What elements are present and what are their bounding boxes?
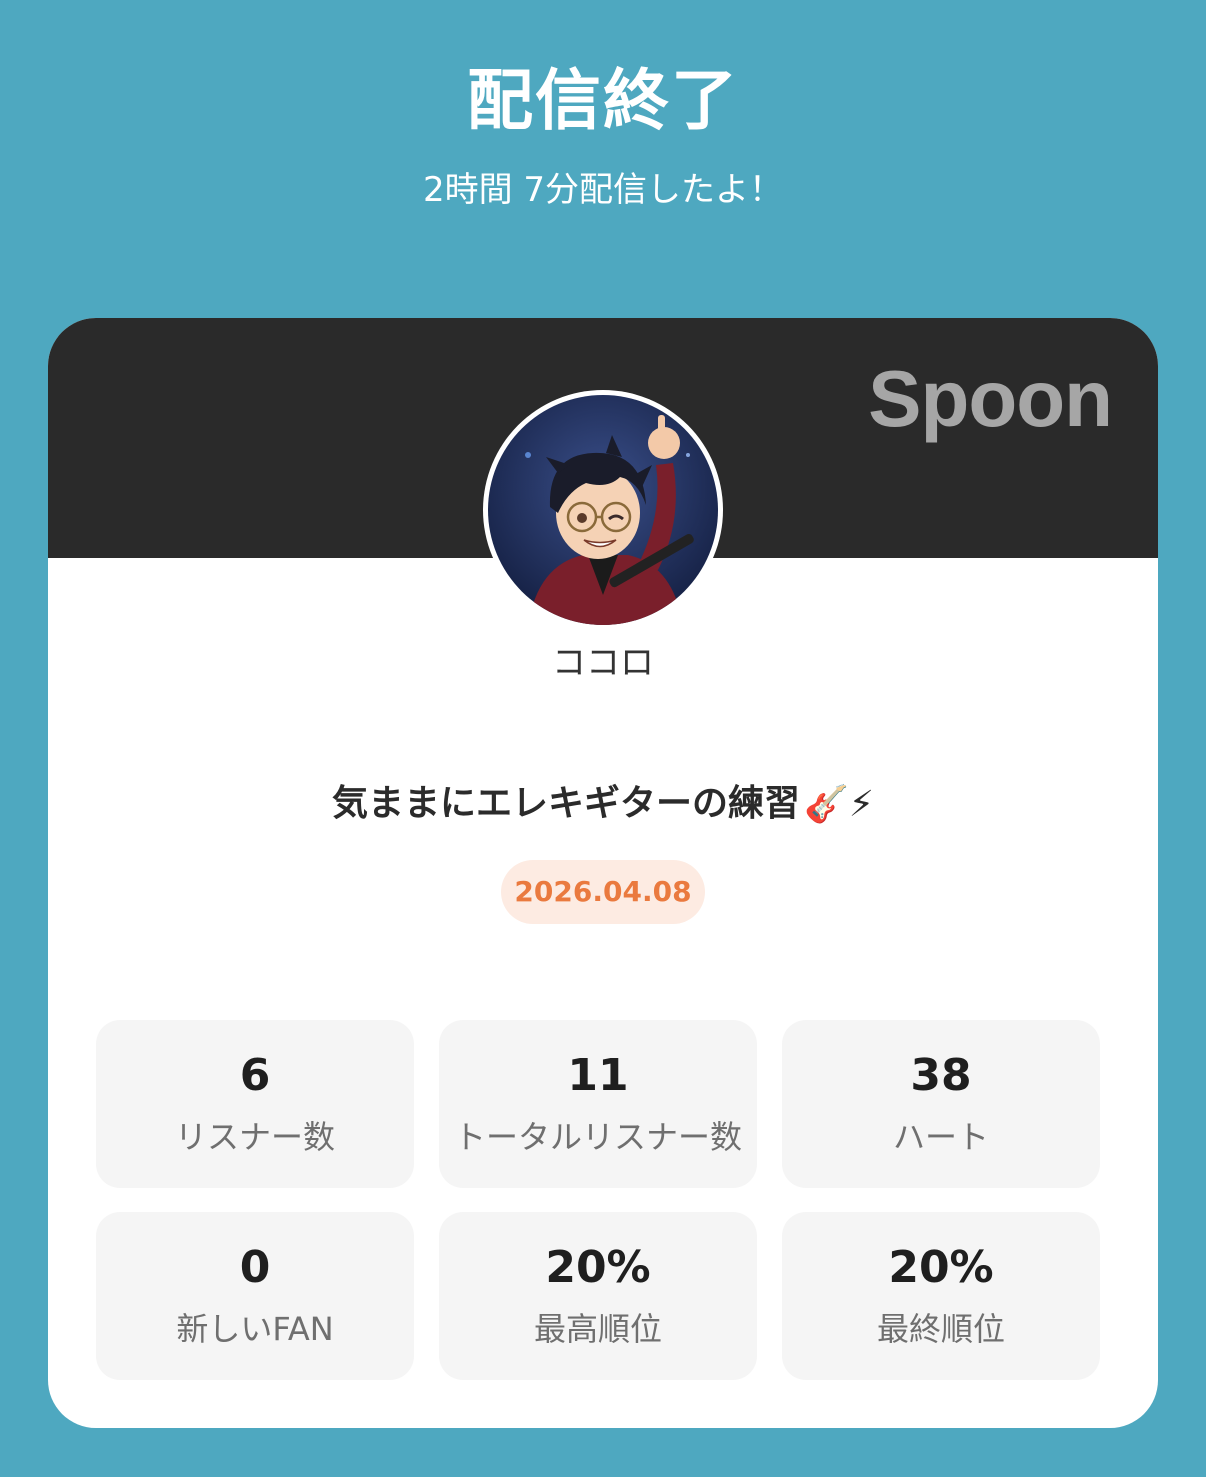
brand-logo: Spoon [868,354,1113,443]
stat-value: 0 [239,1242,271,1293]
broadcast-title: 気ままにエレキギターの練習 🎸⚡ [48,776,1158,833]
avatar-image [488,395,718,625]
stat-value: 6 [239,1050,271,1101]
stat-value: 20% [545,1242,651,1293]
summary-card: Spoon ココロ 気ままにエレキギターの練習 🎸⚡ 2026.04.08 6 … [48,318,1158,1428]
stat-label: 新しいFAN [176,1310,334,1348]
stat-value: 11 [567,1050,629,1101]
guitar-lightning-icon: 🎸⚡ [803,784,875,825]
avatar[interactable] [483,390,723,630]
stat-final-rank: 20% 最終順位 [782,1212,1100,1380]
stat-listeners: 6 リスナー数 [96,1020,414,1188]
stat-label: リスナー数 [174,1118,335,1156]
username: ココロ [552,643,654,683]
stat-label: ハート [892,1118,989,1156]
stat-new-fans: 0 新しいFAN [96,1212,414,1380]
broadcast-title-text: 気ままにエレキギターの練習 [331,783,800,824]
stat-hearts: 38 ハート [782,1020,1100,1188]
stat-peak-rank: 20% 最高順位 [439,1212,757,1380]
stat-value: 38 [910,1050,972,1101]
stat-label: 最高順位 [533,1310,662,1348]
broadcast-date-badge: 2026.04.08 [501,860,705,924]
stat-label: 最終順位 [876,1310,1005,1348]
page-title: 配信終了 [467,62,739,139]
stat-value: 20% [888,1242,994,1293]
broadcast-duration: 2時間 7分配信したよ！ [422,170,784,210]
stat-label: トータルリスナー数 [453,1118,742,1156]
stat-total-listeners: 11 トータルリスナー数 [439,1020,757,1188]
